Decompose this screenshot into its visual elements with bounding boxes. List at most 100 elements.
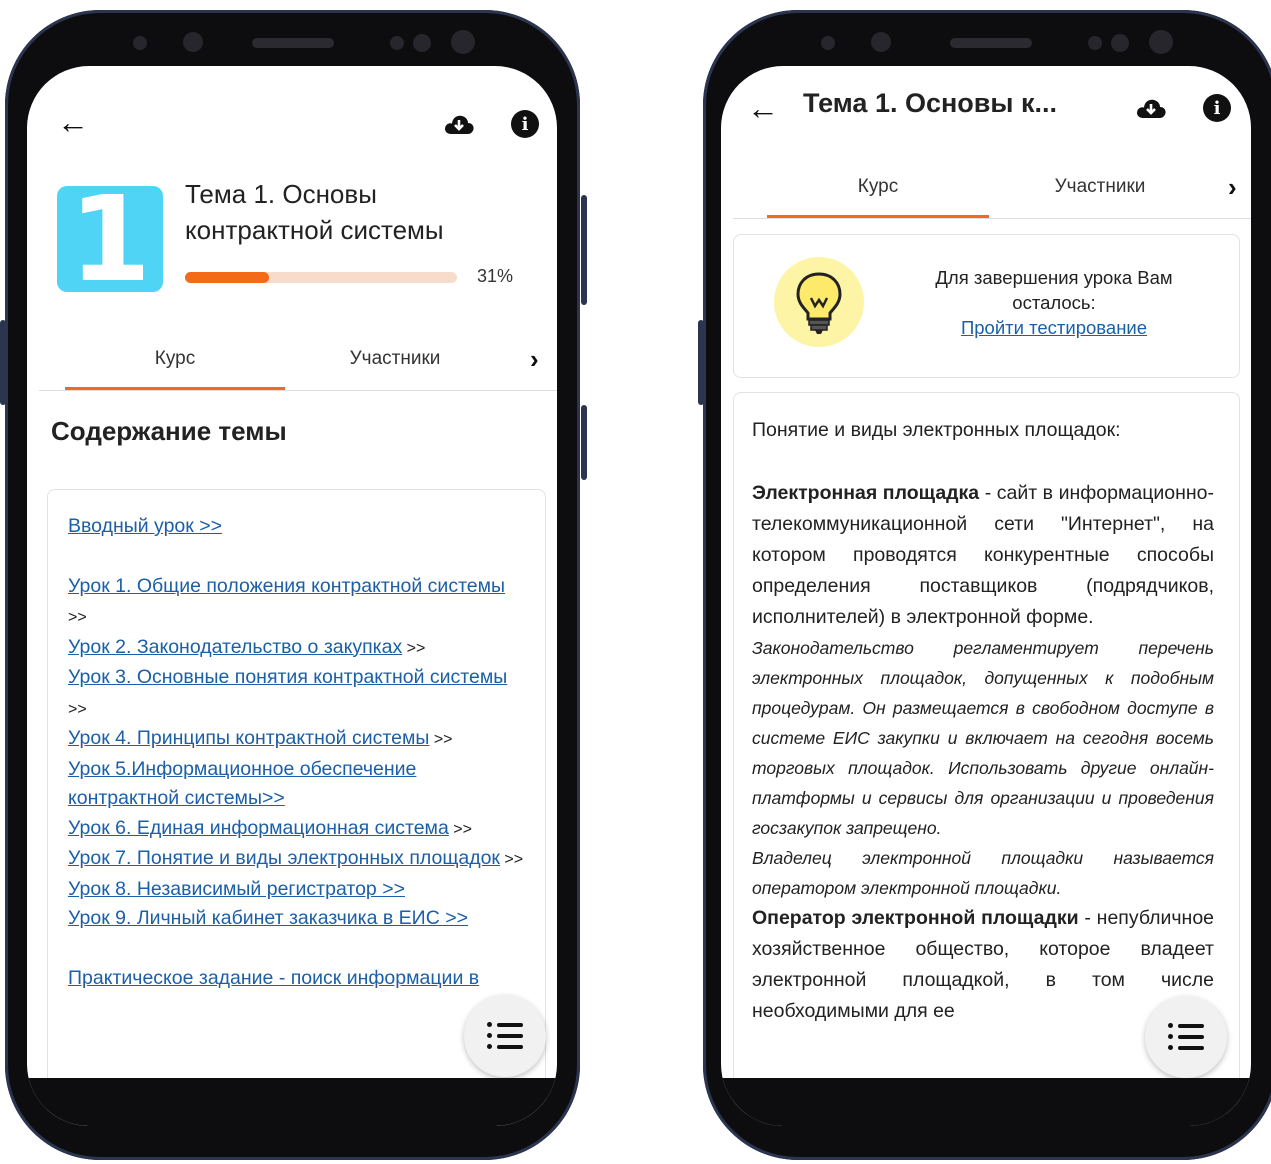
lesson-tail: >>	[429, 731, 453, 748]
sensor-dot	[413, 34, 431, 52]
chevron-right-icon[interactable]: ›	[1228, 172, 1237, 203]
lesson-link[interactable]: Урок 4. Принципы контрактной системы	[68, 727, 429, 749]
speaker	[949, 38, 1032, 48]
cloud-download-icon	[1137, 99, 1166, 118]
active-tab-indicator	[65, 387, 285, 390]
info-button[interactable]: i	[505, 104, 545, 144]
tab-participants[interactable]: Участники	[989, 158, 1211, 216]
list-item[interactable]: Урок 2. Законодательство о закупках >>	[68, 633, 528, 664]
list-item[interactable]: Урок 9. Личный кабинет заказчика в ЕИС >…	[68, 904, 528, 934]
chevron-right-icon[interactable]: ›	[530, 344, 539, 375]
phone-left: ← i 1 Тема 1. Основы контрактной системы…	[5, 10, 580, 1160]
paragraph-italic: Законодательство регламентирует перечень…	[752, 638, 1214, 838]
screen-bottom-bezel	[721, 1078, 1251, 1126]
sensor-dot	[390, 36, 404, 50]
lesson-tail: >>	[448, 820, 472, 838]
paragraph-italic: Владелец электронной площадки называется…	[752, 848, 1214, 898]
list-item[interactable]: Урок 3. Основные понятия контрактной сис…	[68, 663, 528, 724]
page-title: Тема 1. Основы к...	[803, 88, 1057, 118]
sensor-dot	[133, 36, 147, 50]
progress-percent: 31%	[477, 266, 514, 286]
tab-label: Участники	[1054, 176, 1146, 197]
lesson-link[interactable]: Урок 6. Единая информационная система	[68, 817, 449, 839]
list-item[interactable]: Урок 5.Информационное обеспечение контра…	[68, 755, 528, 814]
tab-bar: Курс Участники ›	[39, 330, 557, 391]
volume-button	[0, 320, 6, 405]
lesson-link[interactable]: Урок 3. Основные понятия контрактной сис…	[68, 666, 507, 688]
info-button[interactable]: i	[1197, 88, 1237, 128]
list-icon	[487, 1022, 523, 1050]
tab-course[interactable]: Курс	[65, 330, 285, 390]
lesson-tail: >>	[499, 851, 524, 868]
download-button[interactable]	[1131, 88, 1171, 128]
menu-fab-button[interactable]	[464, 995, 546, 1077]
right-screen: ← Тема 1. Основы к... i Курс Участники ›	[721, 66, 1251, 1126]
paragraph: Оператор электронной площадки - непублич…	[752, 903, 1214, 1027]
take-test-link[interactable]: Пройти тестирование	[961, 317, 1147, 338]
hint-message: Для завершения урока Вам осталось:	[935, 267, 1173, 313]
cloud-download-icon	[445, 115, 474, 134]
lesson-tail: >>	[68, 609, 87, 626]
tab-participants[interactable]: Участники	[285, 330, 505, 388]
sensor-dot	[821, 36, 835, 50]
tab-bar: Курс Участники ›	[733, 158, 1251, 219]
lesson-list: Вводный урок >> Урок 1. Общие положения …	[68, 512, 528, 993]
list-item[interactable]: Урок 1. Общие положения контрактной сист…	[68, 572, 528, 633]
info-icon: i	[511, 110, 539, 138]
lightbulb-icon	[774, 257, 864, 347]
term-bold: Электронная площадка	[752, 482, 980, 504]
volume-button	[698, 320, 704, 405]
lesson-content: Понятие и виды электронных площадок: Эле…	[752, 415, 1214, 1027]
content-heading: Понятие и виды электронных площадок:	[752, 419, 1121, 441]
list-item[interactable]: Урок 4. Принципы контрактной системы >>	[68, 724, 528, 755]
list-item[interactable]: Урок 6. Единая информационная система >>	[68, 814, 528, 845]
tab-label: Курс	[154, 348, 196, 369]
camera-dot	[871, 32, 891, 52]
camera-dot	[1149, 30, 1173, 54]
active-tab-indicator	[767, 215, 989, 218]
screen-bottom-bezel	[27, 1078, 557, 1126]
lesson-tail: >>	[402, 639, 426, 657]
speaker	[251, 38, 334, 48]
list-item[interactable]: Вводный урок >>	[68, 512, 528, 542]
course-title: Тема 1. Основы контрактной системы	[185, 179, 444, 245]
progress-bar	[185, 272, 457, 283]
paragraph: Электронная площадка - сайт в информацио…	[752, 478, 1214, 633]
hint-text: Для завершения урока Вам осталось: Пройт…	[904, 265, 1204, 340]
lesson-link[interactable]: Урок 1. Общие положения контрактной сист…	[68, 575, 505, 597]
sensor-dot	[1111, 34, 1129, 52]
back-button[interactable]: ←	[53, 102, 93, 142]
completion-hint-card: Для завершения урока Вам осталось: Пройт…	[733, 234, 1240, 378]
term-bold: Оператор электронной площадки	[752, 907, 1079, 929]
lesson-tail: >>	[68, 700, 87, 718]
tab-label: Участники	[349, 348, 441, 369]
menu-fab-button[interactable]	[1145, 996, 1227, 1078]
arrow-left-icon: ←	[747, 90, 779, 126]
info-icon: i	[1203, 94, 1231, 122]
download-button[interactable]	[439, 104, 479, 144]
lesson-link[interactable]: Урок 9. Личный кабинет заказчика в ЕИС >…	[68, 907, 468, 929]
sensor-dot	[1088, 36, 1102, 50]
camera-dot	[183, 32, 203, 52]
back-button[interactable]: ←	[743, 86, 783, 130]
lesson-link[interactable]: Вводный урок >>	[68, 515, 222, 537]
camera-dot	[451, 30, 475, 54]
lesson-link[interactable]: Урок 2. Законодательство о закупках	[68, 636, 402, 658]
logo-digit: 1	[68, 186, 152, 292]
side-button	[581, 405, 587, 480]
power-button	[581, 195, 587, 305]
left-screen: ← i 1 Тема 1. Основы контрактной системы…	[27, 66, 557, 1126]
lesson-link[interactable]: Практическое задание - поиск информации …	[68, 967, 479, 989]
tab-course[interactable]: Курс	[767, 158, 989, 218]
lesson-link[interactable]: Урок 7. Понятие и виды электронных площа…	[68, 847, 500, 869]
tab-label: Курс	[857, 176, 899, 197]
lesson-link[interactable]: Урок 8. Независимый регистратор >>	[68, 878, 405, 900]
lesson-link[interactable]: Урок 5.Информационное обеспечение контра…	[68, 758, 416, 810]
course-logo: 1	[57, 186, 163, 292]
section-title: Содержание темы	[51, 416, 287, 446]
list-item[interactable]: Практическое задание - поиск информации …	[68, 964, 528, 994]
list-item[interactable]: Урок 8. Независимый регистратор >>	[68, 875, 528, 905]
list-icon	[1168, 1023, 1204, 1051]
list-item[interactable]: Урок 7. Понятие и виды электронных площа…	[68, 844, 528, 875]
top-bar: ← i	[27, 66, 557, 176]
